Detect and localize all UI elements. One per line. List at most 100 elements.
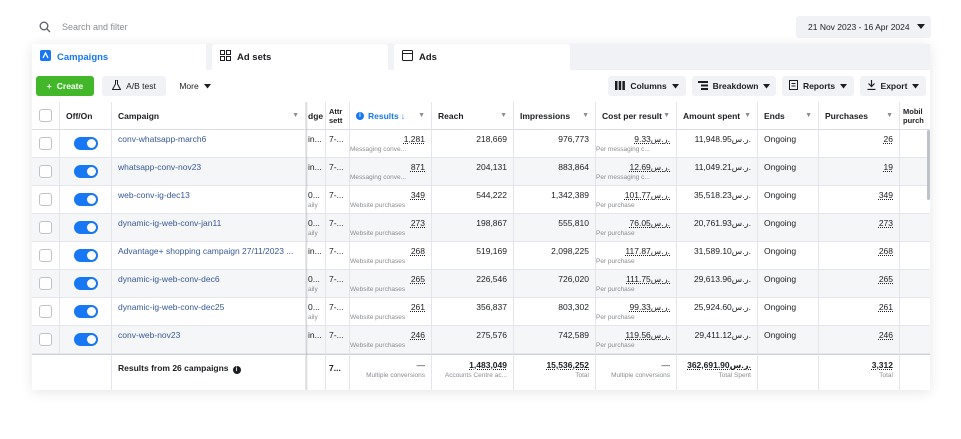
breakdown-icon — [697, 80, 708, 92]
results-cell: 246 Website purchases — [350, 326, 432, 354]
row-select-cell — [32, 270, 60, 298]
search-bar[interactable] — [32, 14, 794, 40]
campaign-toggle[interactable] — [73, 249, 98, 262]
col-reach[interactable]: Reach ▼ — [432, 102, 514, 130]
sort-icon: ▼ — [663, 112, 670, 119]
col-cost-per-result[interactable]: Cost per result ▼ — [596, 102, 677, 130]
totals-results-sub: Multiple conversions — [366, 372, 425, 379]
row-checkbox[interactable] — [39, 165, 52, 178]
campaign-name-link[interactable]: conv-whatsapp-march6 — [118, 134, 305, 145]
campaign-toggle[interactable] — [73, 137, 98, 150]
reports-button[interactable]: Reports — [782, 76, 854, 96]
campaign-name-link[interactable]: web-conv-ig-dec13 — [118, 190, 305, 201]
cost-per-result-sub: Per messaging c... — [596, 174, 650, 181]
mobile-purchases-cell — [900, 214, 930, 242]
vertical-scrollbar[interactable] — [927, 130, 930, 200]
totals-spent-sub: Total Spent — [718, 372, 751, 379]
campaign-name-link[interactable]: whatsapp-conv-nov23 — [118, 162, 305, 173]
campaign-name-link[interactable]: dynamic-ig-web-conv-dec25 — [118, 302, 305, 313]
col-results[interactable]: i Results ↓ ▼ — [350, 102, 432, 130]
row-checkbox[interactable] — [39, 333, 52, 346]
budget-value: 0... — [308, 274, 320, 284]
cost-per-result-sub: Per purchase — [596, 342, 635, 349]
create-button[interactable]: + Create — [36, 76, 94, 96]
row-select-cell — [32, 242, 60, 270]
breakdown-button[interactable]: Breakdown — [692, 76, 776, 96]
row-checkbox[interactable] — [39, 193, 52, 206]
col-purchases[interactable]: Purchases ▼ — [819, 102, 900, 130]
campaign-flag-icon — [40, 50, 51, 64]
amount-spent-value: 29,613.96ر.س. — [693, 274, 751, 284]
ends-value: Ongoing — [764, 274, 797, 284]
tab-ad-sets[interactable]: Ad sets — [212, 44, 388, 70]
col-amount-spent[interactable]: Amount spent ▼ — [677, 102, 758, 130]
export-button[interactable]: Export — [860, 76, 926, 96]
impressions-cell: 2,098,225 — [514, 242, 596, 270]
campaign-toggle[interactable] — [73, 165, 98, 178]
caret-down-icon — [840, 81, 848, 91]
col-attribution-label: Attr sett — [329, 106, 343, 125]
ends-cell: Ongoing — [758, 186, 819, 214]
impressions-value: 1,342,389 — [551, 190, 589, 200]
totals-ends-cell — [758, 354, 819, 390]
results-sub: Website purchases — [350, 314, 406, 321]
tab-campaigns[interactable]: Campaigns — [32, 44, 206, 70]
search-input[interactable] — [62, 22, 462, 32]
campaign-toggle[interactable] — [73, 277, 98, 290]
ends-cell: Ongoing — [758, 298, 819, 326]
attribution-cell: 7-... — [326, 214, 350, 242]
attribution-value: 7-... — [329, 330, 344, 340]
frozen-column-divider — [306, 102, 308, 390]
tab-ads[interactable]: Ads — [394, 44, 570, 70]
amount-spent-cell: 25,924.60ر.س. — [677, 298, 758, 326]
date-range-label: 21 Nov 2023 - 16 Apr 2024 — [808, 22, 910, 32]
columns-button[interactable]: Columns — [608, 76, 686, 96]
toggle-cell — [60, 158, 112, 186]
col-mobile-purchases[interactable]: Mobil purch — [900, 102, 930, 130]
campaign-name-link[interactable]: dynamic-ig-web-conv-jan11 — [118, 218, 305, 229]
results-sub: Website purchases — [350, 342, 406, 349]
campaign-toggle[interactable] — [73, 221, 98, 234]
ends-value: Ongoing — [764, 134, 797, 144]
col-ends[interactable]: Ends ▼ — [758, 102, 819, 130]
col-impressions[interactable]: Impressions ▼ — [514, 102, 596, 130]
cost-per-result-sub: Per purchase — [596, 258, 635, 265]
purchases-cell: 26 — [819, 130, 900, 158]
sort-icon: ▼ — [744, 112, 751, 119]
ends-cell: Ongoing — [758, 214, 819, 242]
date-range-picker[interactable]: 21 Nov 2023 - 16 Apr 2024 — [796, 16, 931, 38]
col-campaign[interactable]: Campaign ▼ — [112, 102, 306, 130]
info-icon: i — [356, 111, 364, 120]
select-all-checkbox[interactable] — [39, 109, 52, 122]
campaign-name-link[interactable]: Advantage+ shopping campaign 27/11/2023 … — [118, 246, 305, 257]
purchases-value: 265 — [878, 274, 893, 284]
amount-spent-value: 11,948.95ر.س. — [694, 134, 751, 144]
results-cell: 871 Messaging conve... — [350, 158, 432, 186]
ends-value: Ongoing — [764, 246, 797, 256]
row-checkbox[interactable] — [39, 249, 52, 262]
row-select-cell — [32, 186, 60, 214]
row-checkbox[interactable] — [39, 277, 52, 290]
reach-cell: 198,867 — [432, 214, 514, 242]
totals-spent: 362,691.90ر.س. Total Spent — [677, 354, 758, 390]
ab-test-button[interactable]: A/B test — [102, 76, 166, 96]
cost-per-result-value: 9.33ر.س. — [634, 134, 670, 144]
budget-value: in... — [308, 162, 322, 172]
campaign-toggle[interactable] — [73, 193, 98, 206]
results-value: 246 — [410, 330, 425, 340]
impressions-cell: 976,773 — [514, 130, 596, 158]
row-checkbox[interactable] — [39, 137, 52, 150]
more-button[interactable]: More — [172, 76, 218, 96]
row-checkbox[interactable] — [39, 221, 52, 234]
campaign-toggle[interactable] — [73, 333, 98, 346]
campaign-toggle[interactable] — [73, 305, 98, 318]
sort-icon: ▼ — [418, 112, 425, 119]
campaign-name-link[interactable]: dynamic-ig-web-conv-dec6 — [118, 274, 305, 285]
purchases-value: 26 — [883, 134, 893, 144]
col-budget[interactable]: dge — [306, 102, 326, 130]
col-attribution[interactable]: Attr sett — [326, 102, 350, 130]
campaign-name-link[interactable]: conv-web-nov23 — [118, 330, 305, 341]
row-checkbox[interactable] — [39, 305, 52, 318]
results-sub: Website purchases — [350, 258, 406, 265]
campaign-cell: dynamic-ig-web-conv-jan11 — [112, 214, 306, 242]
